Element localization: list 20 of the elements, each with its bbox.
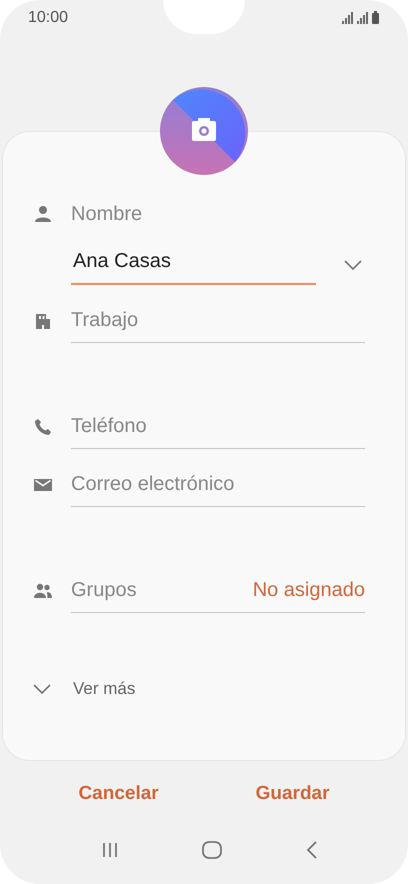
building-icon <box>33 311 53 331</box>
expand-chevron-icon[interactable] <box>344 260 362 270</box>
cancel-button[interactable]: Cancelar <box>68 771 169 817</box>
home-icon[interactable] <box>202 841 222 859</box>
input-field[interactable]: Teléfono <box>71 409 365 449</box>
input-field[interactable]: Trabajo <box>71 303 365 343</box>
people-icon <box>33 581 53 601</box>
field-label: Nombre <box>71 202 144 227</box>
chevron-icon <box>33 684 51 694</box>
save-button[interactable]: Guardar <box>246 771 340 817</box>
see-more-toggle[interactable]: Ver más <box>33 679 136 699</box>
input-field[interactable]: Correo electrónico <box>71 467 365 507</box>
status-icons <box>342 11 382 25</box>
groups-selector[interactable]: Grupos No asignado <box>71 573 365 613</box>
name-input[interactable]: Ana Casas <box>71 244 316 285</box>
person-icon <box>33 204 53 224</box>
status-time: 10:00 <box>28 9 68 27</box>
recents-icon[interactable] <box>102 842 118 858</box>
phone-icon <box>33 417 53 437</box>
back-icon[interactable] <box>306 841 318 859</box>
